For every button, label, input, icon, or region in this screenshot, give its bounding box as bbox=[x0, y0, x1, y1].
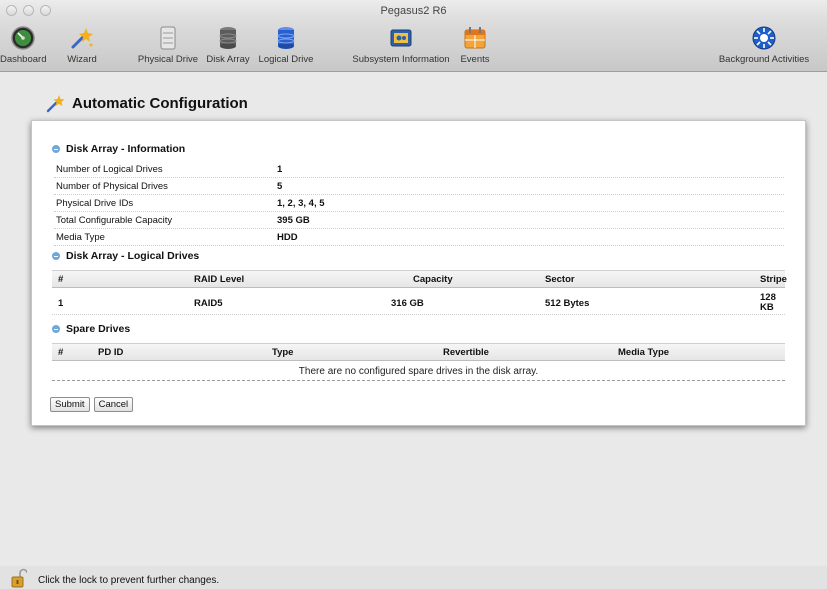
table-row: 1 RAID5 316 GB 512 Bytes 128 KB bbox=[52, 290, 785, 315]
collapse-icon[interactable] bbox=[52, 325, 60, 333]
page-header: Automatic Configuration bbox=[46, 91, 248, 115]
info-key: Total Configurable Capacity bbox=[56, 215, 173, 226]
wizard-wand-icon bbox=[71, 28, 93, 49]
toolbar-physical-drive-button[interactable]: Physical Drive bbox=[134, 22, 202, 72]
info-value: 5 bbox=[277, 181, 283, 192]
spare-drives-title: Spare Drives bbox=[66, 323, 131, 335]
column-header: # bbox=[58, 274, 64, 285]
page-title: Automatic Configuration bbox=[72, 94, 248, 112]
configuration-panel: Disk Array - Information Number of Logic… bbox=[31, 120, 806, 426]
toolbar-logical-drive-label: Logical Drive bbox=[258, 54, 314, 65]
submit-button[interactable]: Submit bbox=[50, 397, 90, 412]
events-calendar-icon bbox=[464, 27, 486, 49]
info-key: Number of Logical Drives bbox=[56, 164, 163, 175]
info-row: Media Type HDD bbox=[54, 229, 784, 246]
toolbar-subsystem-information-label: Subsystem Information bbox=[352, 54, 450, 65]
info-row: Physical Drive IDs 1, 2, 3, 4, 5 bbox=[54, 195, 784, 212]
info-value: 1, 2, 3, 4, 5 bbox=[277, 198, 325, 209]
subsystem-info-icon bbox=[390, 29, 412, 47]
cell-stripe-unit: KB bbox=[760, 302, 774, 313]
minimize-window-button[interactable] bbox=[23, 5, 34, 16]
background-activities-icon bbox=[752, 26, 776, 50]
column-header: Sector bbox=[545, 274, 575, 285]
toolbar-wizard-label: Wizard bbox=[67, 54, 97, 65]
toolbar-events-button[interactable]: Events bbox=[456, 22, 494, 72]
logical-drives-heading[interactable]: Disk Array - Logical Drives bbox=[52, 249, 199, 263]
lock-status-text: Click the lock to prevent further change… bbox=[38, 575, 220, 586]
logical-drive-icon bbox=[277, 27, 295, 49]
collapse-icon[interactable] bbox=[52, 145, 60, 153]
column-header: Capacity bbox=[413, 274, 453, 285]
toolbar: Dashboard Wizard Physical Drive Disk Arr… bbox=[0, 22, 827, 72]
dashboard-gauge-icon bbox=[11, 26, 35, 50]
toolbar-subsystem-information-button[interactable]: Subsystem Information bbox=[346, 22, 456, 72]
cell-sector: 512 Bytes bbox=[545, 298, 590, 309]
window-title: Pegasus2 R6 bbox=[380, 5, 447, 17]
column-header: Stripe bbox=[760, 274, 787, 285]
column-header: RAID Level bbox=[194, 274, 245, 285]
cancel-button[interactable]: Cancel bbox=[93, 397, 134, 412]
info-row: Number of Physical Drives 5 bbox=[54, 178, 784, 195]
column-header: Media Type bbox=[618, 347, 670, 358]
toolbar-wizard-button[interactable]: Wizard bbox=[62, 22, 102, 72]
status-bar: Click the lock to prevent further change… bbox=[0, 566, 827, 589]
window-controls bbox=[6, 5, 51, 16]
spare-drives-table-header: # PD ID Type Revertible Media Type bbox=[52, 343, 785, 361]
info-key: Physical Drive IDs bbox=[56, 198, 134, 209]
cell-raid-level: RAID5 bbox=[194, 298, 223, 309]
info-value: 1 bbox=[277, 164, 283, 175]
toolbar-physical-drive-label: Physical Drive bbox=[137, 54, 199, 65]
info-value: 395 GB bbox=[277, 215, 310, 226]
toolbar-dashboard-label: Dashboard bbox=[0, 54, 47, 65]
toolbar-disk-array-button[interactable]: Disk Array bbox=[202, 22, 254, 72]
spare-drives-empty-message: There are no configured spare drives in … bbox=[52, 363, 785, 381]
logical-drives-title: Disk Array - Logical Drives bbox=[66, 250, 200, 262]
main-content: Automatic Configuration Disk Array - Inf… bbox=[0, 73, 827, 566]
wizard-wand-icon bbox=[46, 95, 65, 113]
disk-array-info-heading[interactable]: Disk Array - Information bbox=[52, 142, 185, 156]
column-header: Revertible bbox=[443, 347, 489, 358]
toolbar-background-activities-label: Background Activities bbox=[718, 54, 810, 65]
toolbar-background-activities-button[interactable]: Background Activities bbox=[706, 22, 822, 72]
column-header: # bbox=[58, 347, 64, 358]
disk-array-icon bbox=[219, 27, 237, 49]
form-buttons: Submit Cancel bbox=[50, 397, 134, 412]
info-key: Media Type bbox=[56, 232, 105, 243]
toolbar-logical-drive-button[interactable]: Logical Drive bbox=[254, 22, 318, 72]
physical-drive-icon bbox=[160, 26, 176, 50]
close-window-button[interactable] bbox=[6, 5, 17, 16]
column-header: Type bbox=[272, 347, 294, 358]
toolbar-events-label: Events bbox=[460, 54, 490, 65]
zoom-window-button[interactable] bbox=[40, 5, 51, 16]
spare-drives-heading[interactable]: Spare Drives bbox=[52, 322, 130, 336]
cell-number: 1 bbox=[58, 298, 64, 309]
info-row: Total Configurable Capacity 395 GB bbox=[54, 212, 784, 229]
cell-capacity: 316 GB bbox=[391, 298, 424, 309]
info-row: Number of Logical Drives 1 bbox=[54, 161, 784, 178]
toolbar-dashboard-button[interactable]: Dashboard bbox=[0, 22, 46, 72]
info-value: HDD bbox=[277, 232, 298, 243]
column-header: PD ID bbox=[98, 347, 124, 358]
disk-array-info-title: Disk Array - Information bbox=[66, 143, 186, 155]
lock-icon[interactable] bbox=[11, 568, 27, 588]
logical-drives-table-header: # RAID Level Capacity Sector Stripe bbox=[52, 270, 787, 288]
title-bar: Pegasus2 R6 bbox=[0, 0, 827, 22]
collapse-icon[interactable] bbox=[52, 252, 60, 260]
info-key: Number of Physical Drives bbox=[56, 181, 168, 192]
toolbar-disk-array-label: Disk Array bbox=[206, 54, 250, 65]
